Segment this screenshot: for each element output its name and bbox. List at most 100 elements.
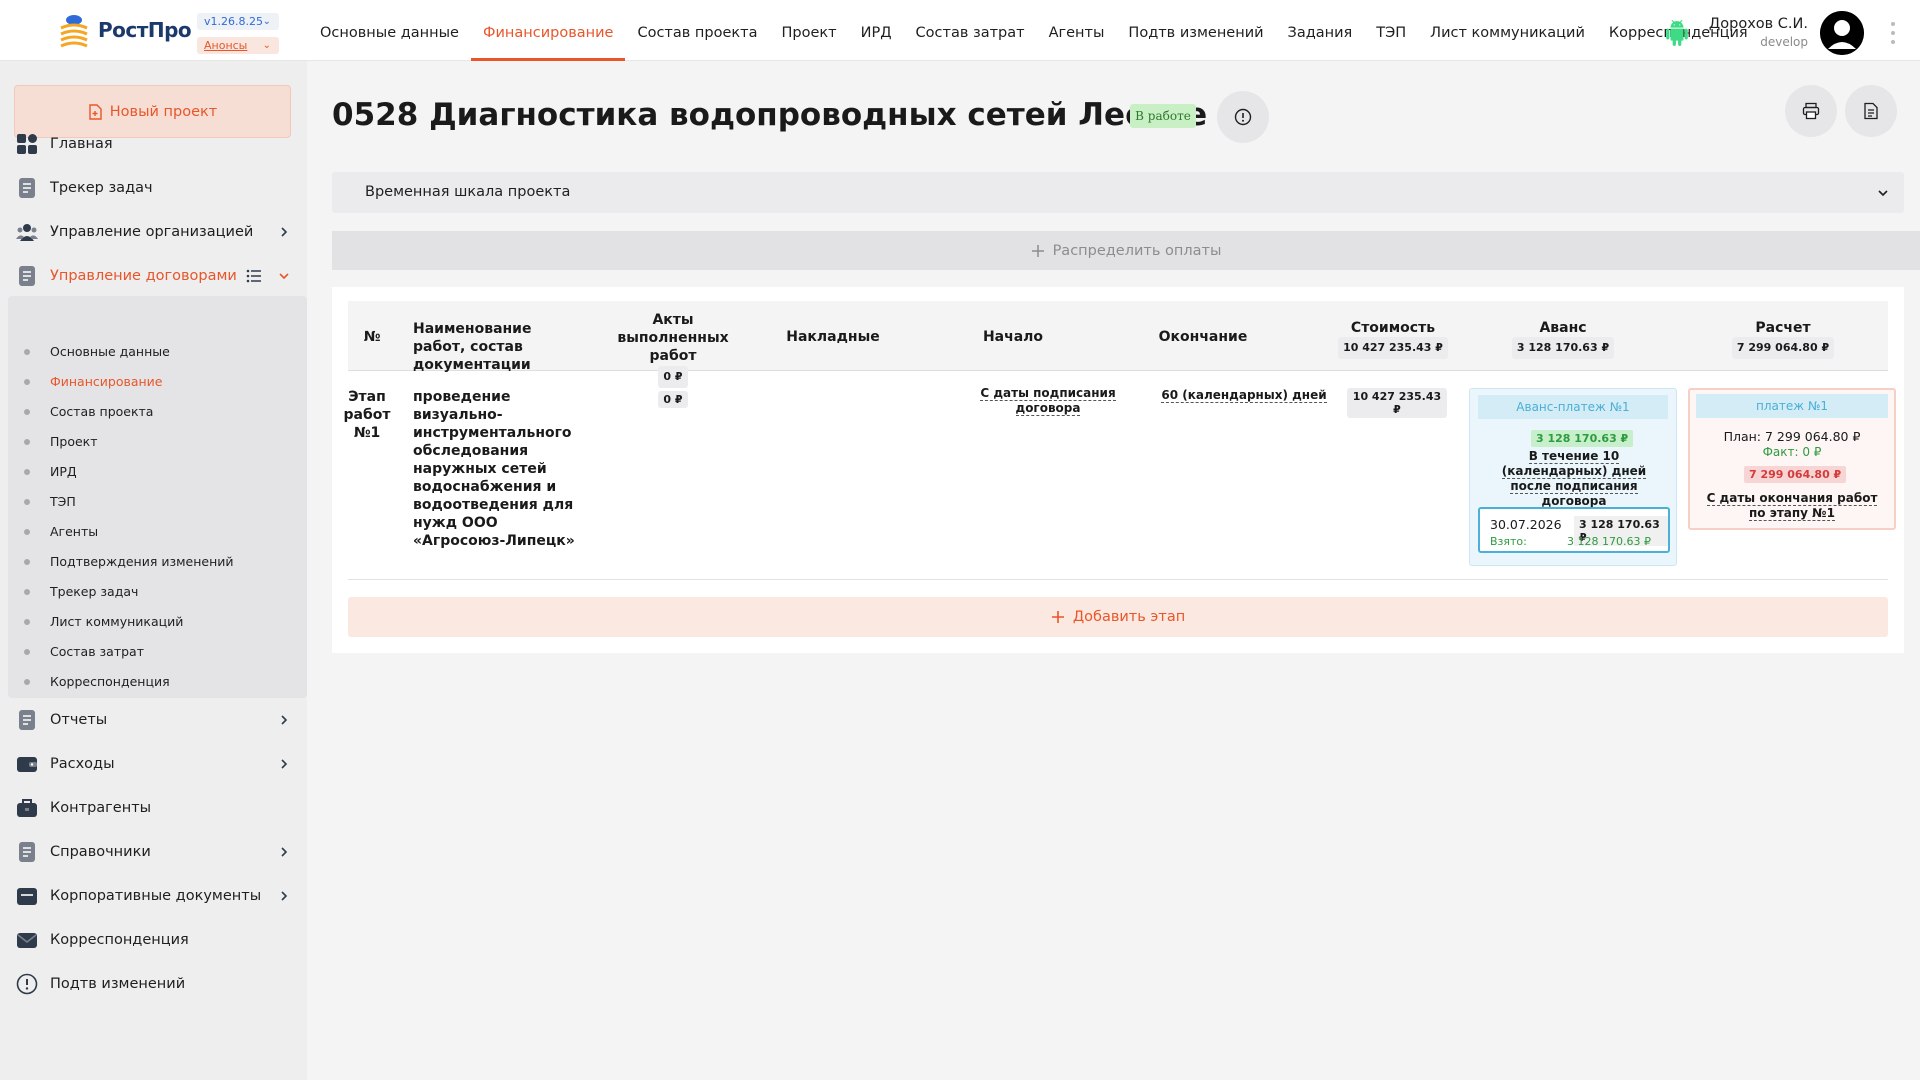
alert-icon [16,973,38,995]
submenu-item-cost-composition[interactable]: Состав затрат [0,638,307,666]
logo[interactable]: РостПро [58,10,192,50]
submenu-item-label: Агенты [50,524,99,539]
settlement-total: 7 299 064.80 ₽ [1731,337,1835,359]
column-header-cost: Стоимость 10 427 235.43 ₽ [1338,319,1448,359]
sidebar-item-change-confirmations[interactable]: Подтв изменений [0,964,307,1004]
more-vertical-icon[interactable] [1888,20,1898,46]
nav-financing[interactable]: Финансирование [470,0,626,61]
sidebar: Новый проект Главная Трекер задач Управл… [0,61,307,1080]
submenu-item-project[interactable]: Проект [0,428,307,456]
submenu-item-label: Корреспонденция [50,674,170,689]
print-button[interactable] [1785,85,1837,137]
nav-project-composition[interactable]: Состав проекта [625,0,769,61]
financing-table-card: № Наименование работ, состав документаци… [332,287,1904,653]
advance-payment-condition: В течение 10 (календарных) дней после по… [1482,449,1666,509]
chevron-right-icon [281,847,288,857]
advance-payment-card[interactable]: Аванс-платеж №1 3 128 170.63 ₽ В течение… [1469,388,1677,566]
sidebar-item-expenses[interactable]: Расходы [0,744,307,784]
settlement-fact: Факт: 0 ₽ [1762,445,1822,459]
bullet [24,679,30,685]
sidebar-item-task-tracker[interactable]: Трекер задач [0,168,307,208]
submenu-item-financing[interactable]: Финансирование [0,368,307,396]
bullet [24,439,30,445]
chevron-right-icon [281,715,288,725]
add-document-icon [89,103,102,120]
distribute-payments-button[interactable]: Распределить оплаты [332,231,1920,270]
nav-tep[interactable]: ТЭП [1364,0,1418,61]
bullet [24,529,30,535]
folder-icon [17,888,37,905]
project-timeline-accordion[interactable]: Временная шкала проекта [332,172,1904,213]
nav-change-confirmations[interactable]: Подтв изменений [1116,0,1275,61]
submenu-item-tep[interactable]: ТЭП [0,488,307,516]
settlement-payment-card[interactable]: платеж №1 План: 7 299 064.80 ₽ Факт: 0 ₽… [1688,388,1896,530]
submenu-item-ird[interactable]: ИРД [0,458,307,486]
bullet [24,379,30,385]
submenu-item-project-composition[interactable]: Состав проекта [0,398,307,426]
sidebar-item-label: Трекер задач [50,180,153,196]
sidebar-item-label: Корреспонденция [50,932,189,948]
nav-main-data[interactable]: Основные данные [308,0,471,61]
sidebar-item-home[interactable]: Главная [0,124,307,164]
advance-payment-record[interactable]: 30.07.2026 3 128 170.63 ₽ Взято: 3 128 1… [1478,507,1670,553]
bullet [24,349,30,355]
sidebar-item-label: Управление организацией [50,224,254,240]
advance-payment-title: Аванс-платеж №1 [1478,395,1668,419]
nav-ird[interactable]: ИРД [849,0,904,61]
start-condition[interactable]: С даты подписания договора [963,386,1133,416]
sidebar-item-counterparties[interactable]: Контрагенты [0,788,307,828]
sidebar-item-label: Главная [50,136,113,152]
sidebar-item-organization[interactable]: Управление организацией [0,212,307,252]
payment-date: 30.07.2026 [1490,517,1562,532]
logo-text: РостПро [98,18,192,42]
list-icon[interactable] [246,269,262,283]
bullet [24,589,30,595]
bullet [24,409,30,415]
submenu-item-agents[interactable]: Агенты [0,518,307,546]
sidebar-item-corporate-documents[interactable]: Корпоративные документы [0,876,307,916]
nav-project[interactable]: Проект [770,0,849,61]
sidebar-item-label: Справочники [50,844,151,860]
logo-icon [60,15,88,48]
add-stage-button[interactable]: Добавить этап [348,597,1888,637]
submenu-item-correspondence[interactable]: Корреспонденция [0,668,307,696]
submenu-item-change-confirmations[interactable]: Подтверждения изменений [0,548,307,576]
sidebar-item-label: Отчеты [50,712,108,728]
dashboard-icon [17,134,37,154]
submenu-item-label: Лист коммуникаций [50,614,184,629]
info-icon [1234,108,1252,126]
chevron-right-icon [281,759,288,769]
nav-cost-composition[interactable]: Состав затрат [904,0,1037,61]
column-header-settlement: Расчет 7 299 064.80 ₽ [1728,319,1838,359]
submenu-item-label: Подтверждения изменений [50,554,234,569]
document-button[interactable] [1845,85,1897,137]
chevron-down-icon: ⌄ [262,16,271,27]
nav-agents[interactable]: Агенты [1037,0,1117,61]
submenu-item-main-data[interactable]: Основные данные [0,338,307,366]
submenu-item-communication-sheet[interactable]: Лист коммуникаций [0,608,307,636]
announcements-selector[interactable]: Анонсы ⌄ [197,37,279,54]
document-icon [19,178,35,198]
nav-communication-sheet[interactable]: Лист коммуникаций [1418,0,1597,61]
submenu-item-label: Состав проекта [50,404,154,419]
version-selector[interactable]: v1.26.8.25 ⌄ [197,13,279,30]
sidebar-item-correspondence[interactable]: Корреспонденция [0,920,307,960]
avatar[interactable] [1820,11,1864,55]
submenu-item-label: Трекер задач [50,584,139,599]
sidebar-item-directories[interactable]: Справочники [0,832,307,872]
mail-icon [17,933,37,948]
document-icon [19,266,35,286]
submenu-item-task-tracker[interactable]: Трекер задач [0,578,307,606]
end-condition[interactable]: 60 (календарных) дней [1159,388,1329,403]
end-condition-text: 60 (календарных) дней [1161,388,1327,403]
nav-tasks[interactable]: Задания [1276,0,1365,61]
chevron-right-icon [281,891,288,901]
sidebar-item-contracts[interactable]: Управление договорами [0,256,307,296]
document-icon [1864,102,1878,120]
android-icon[interactable] [1664,20,1690,46]
sidebar-item-label: Корпоративные документы [50,888,262,904]
stage-label: Этап работ №1 [343,389,391,441]
start-condition-text: С даты подписания договора [980,386,1116,416]
sidebar-item-reports[interactable]: Отчеты [0,700,307,740]
info-button[interactable] [1217,91,1269,143]
